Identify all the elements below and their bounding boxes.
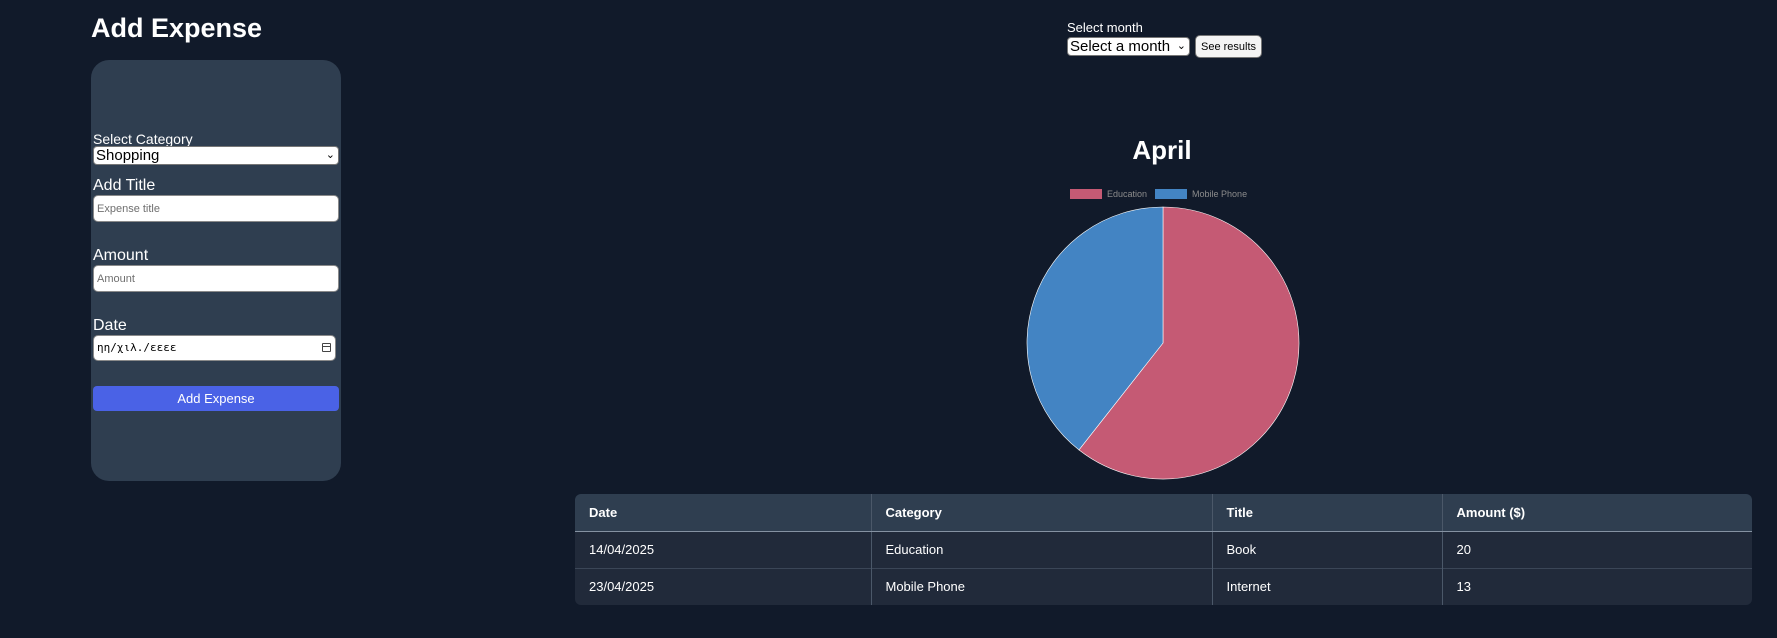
date-input[interactable]: ηη/χιλ./εεεε — [93, 335, 336, 361]
legend-item[interactable]: Mobile Phone — [1155, 189, 1247, 199]
table-row: 23/04/2025 Mobile Phone Internet 13 — [575, 567, 1752, 605]
title-label: Add Title — [93, 177, 156, 194]
chevron-down-icon: ⌄ — [1176, 40, 1186, 52]
column-header-title: Title — [1212, 494, 1443, 532]
expense-form: Select Category Shopping ⌄ Add Title Amo… — [91, 60, 341, 481]
cell-date: 23/04/2025 — [575, 567, 872, 605]
cell-date: 14/04/2025 — [575, 531, 872, 568]
expense-table: Date Category Title Amount ($) 14/04/202… — [575, 494, 1752, 605]
cell-title: Book — [1212, 531, 1443, 568]
add-expense-button[interactable]: Add Expense — [93, 386, 339, 411]
amount-input[interactable] — [93, 265, 339, 292]
chart-title: April — [1132, 135, 1192, 165]
column-header-amount: Amount ($) — [1442, 494, 1752, 532]
calendar-icon[interactable] — [322, 343, 331, 352]
column-header-category: Category — [871, 494, 1213, 532]
category-select-value: Shopping — [96, 147, 160, 164]
category-select[interactable]: Shopping ⌄ — [93, 146, 339, 165]
see-results-button[interactable]: See results — [1195, 35, 1263, 58]
cell-title: Internet — [1212, 567, 1443, 605]
date-label: Date — [93, 317, 127, 334]
chevron-down-icon: ⌄ — [325, 149, 335, 161]
title-input[interactable] — [93, 195, 339, 222]
page-title: Add Expense — [91, 13, 263, 43]
cell-amount: 20 — [1456, 542, 1471, 557]
legend-swatch — [1070, 189, 1102, 199]
cell-category: Education — [871, 531, 1213, 568]
month-select[interactable]: Select a month ⌄ — [1067, 37, 1190, 56]
legend-label: Mobile Phone — [1192, 189, 1248, 199]
category-label: Select Category — [93, 131, 193, 147]
month-label: Select month — [1067, 20, 1143, 35]
legend-swatch — [1155, 189, 1188, 199]
expense-pie-chart — [1026, 206, 1300, 480]
legend-label: Education — [1107, 189, 1148, 199]
month-select-value: Select a month — [1070, 38, 1171, 55]
table-row: 14/04/2025 Education Book 20 — [575, 531, 1752, 568]
table-header-row: Date Category Title Amount ($) — [575, 494, 1752, 532]
month-filter: Select month Select a month ⌄ See result… — [1067, 20, 1263, 58]
legend-item[interactable]: Education — [1070, 189, 1147, 199]
chart-legend: Education Mobile Phone — [1070, 189, 1255, 199]
cell-category: Mobile Phone — [871, 567, 1213, 605]
column-header-date: Date — [575, 494, 872, 532]
amount-label: Amount — [93, 247, 149, 264]
date-input-placeholder: ηη/χιλ./εεεε — [97, 341, 177, 354]
cell-amount: 13 — [1442, 567, 1752, 605]
